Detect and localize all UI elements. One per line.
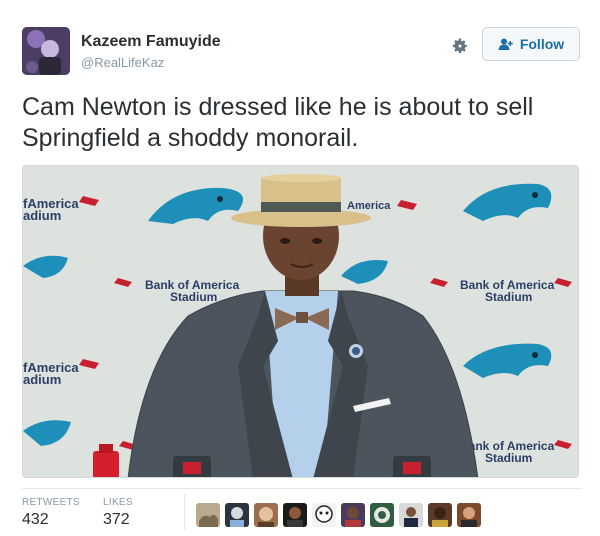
- stats-separator: [184, 494, 185, 530]
- liker-avatar[interactable]: [370, 503, 394, 527]
- follow-label: Follow: [519, 36, 565, 52]
- liker-avatar[interactable]: [399, 503, 423, 527]
- liker-avatar[interactable]: [312, 503, 336, 527]
- tweet-text: Cam Newton is dressed like he is about t…: [22, 93, 534, 152]
- backdrop-text: Stadium: [485, 290, 532, 304]
- retweets-count: 432: [22, 511, 49, 528]
- liker-avatar[interactable]: [225, 503, 249, 527]
- author-handle[interactable]: @RealLifeKaz: [81, 55, 164, 70]
- divider: [22, 488, 582, 489]
- retweets-stat[interactable]: RETWEETS 432: [22, 497, 80, 529]
- gear-icon[interactable]: [449, 35, 471, 57]
- likes-stat[interactable]: LIKES 372: [103, 497, 133, 529]
- likers-avatars: [196, 503, 481, 527]
- likes-label: LIKES: [103, 497, 133, 508]
- backdrop-text: adium: [23, 372, 61, 387]
- tweet-card: Kazeem Famuyide @RealLifeKaz Follow Cam …: [0, 0, 600, 536]
- author-avatar[interactable]: [22, 27, 70, 75]
- liker-avatar[interactable]: [341, 503, 365, 527]
- liker-avatar[interactable]: [283, 503, 307, 527]
- likes-count: 372: [103, 511, 130, 528]
- add-user-icon: [498, 38, 513, 50]
- liker-avatar[interactable]: [196, 503, 220, 527]
- liker-avatar[interactable]: [428, 503, 452, 527]
- liker-avatar[interactable]: [254, 503, 278, 527]
- liker-avatar[interactable]: [457, 503, 481, 527]
- backdrop-text: adium: [23, 208, 61, 223]
- backdrop-text: Stadium: [485, 451, 532, 465]
- tweet-photo[interactable]: fAmerica adium America ium Bank of Ameri…: [22, 165, 579, 478]
- follow-button[interactable]: Follow: [482, 27, 580, 61]
- backdrop-text: Stadium: [170, 290, 217, 304]
- author-name[interactable]: Kazeem Famuyide: [81, 33, 221, 51]
- retweets-label: RETWEETS: [22, 497, 80, 508]
